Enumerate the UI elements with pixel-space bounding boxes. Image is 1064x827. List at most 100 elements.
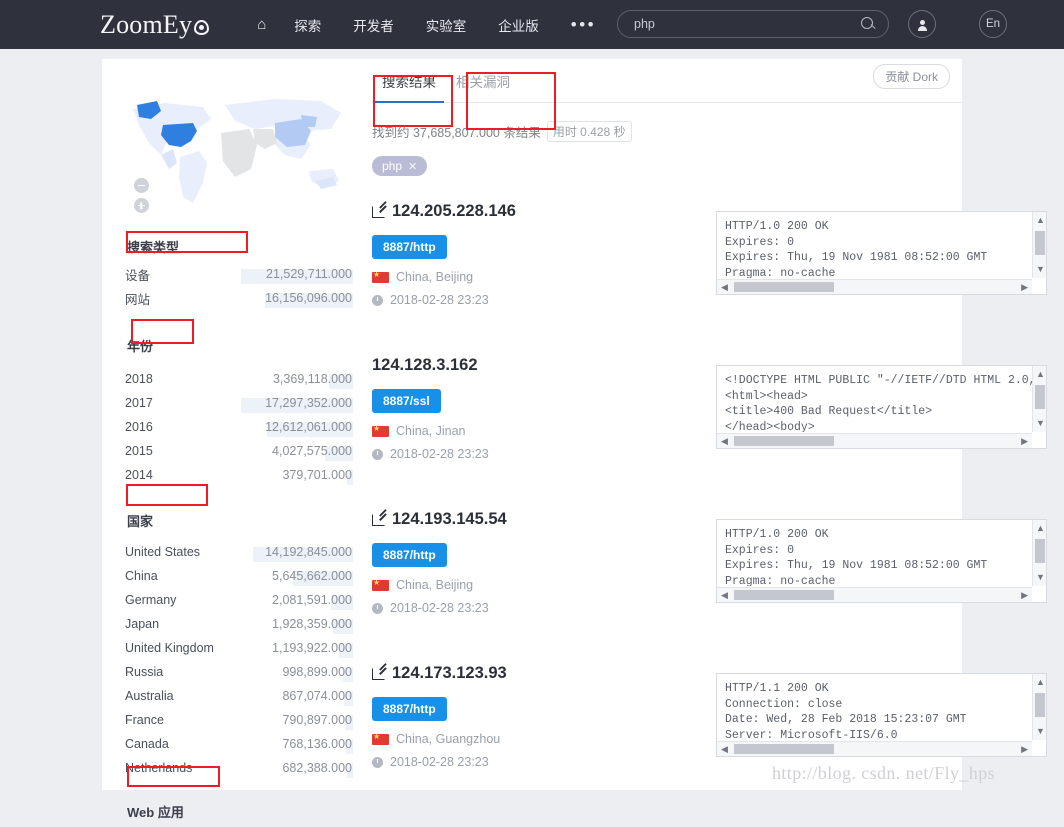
chevron-right-icon[interactable]: ▶ [1021,437,1028,446]
world-map-svg [125,85,350,213]
banner-horizontal-scrollbar[interactable]: ◀ ▶ [717,279,1032,294]
tab-search-results[interactable]: 搜索结果 [372,71,446,103]
scrollbar-thumb[interactable] [734,436,834,446]
result-banner: HTTP/1.1 200 OK Connection: close Date: … [716,673,1047,757]
chevron-left-icon[interactable]: ◀ [721,437,728,446]
chevron-left-icon[interactable]: ◀ [721,591,728,600]
facet-row[interactable]: 2014 379,701.000 [125,463,353,487]
query-time-badge: 用时 0.428 秒 [546,121,632,142]
account-button[interactable] [908,10,936,38]
chevron-down-icon[interactable]: ▼ [1036,727,1045,736]
banner-vertical-scrollbar[interactable]: ▲ ▼ [1032,520,1046,586]
facet-count-wrap: 4,027,575.000 [271,444,353,461]
nav-item-home[interactable]: ⌂ [245,10,278,39]
map-zoom-in-button[interactable] [134,198,149,213]
facet-row[interactable]: Germany 2,081,591.000 [125,588,353,612]
map-zoom-out-button[interactable] [134,178,149,193]
result-time-text: 2018-02-28 23:23 [390,293,489,307]
result-port-badge[interactable]: 8887/ssl [372,389,441,413]
facet-row[interactable]: 2015 4,027,575.000 [125,439,353,463]
chevron-down-icon[interactable]: ▼ [1036,265,1045,274]
facet-label: 2017 [125,396,153,410]
close-icon[interactable]: ✕ [408,160,417,173]
banner-horizontal-scrollbar[interactable]: ◀ ▶ [717,587,1032,602]
chevron-right-icon[interactable]: ▶ [1021,591,1028,600]
chevron-down-icon[interactable]: ▼ [1036,419,1045,428]
scrollbar-thumb[interactable] [1035,693,1045,717]
search-box[interactable] [617,10,889,38]
facet-row[interactable]: United States 14,192,845.000 [125,540,353,564]
external-link-icon [372,667,385,680]
banner-vertical-scrollbar[interactable]: ▲ ▼ [1032,366,1046,432]
facet-label: China [125,569,158,583]
scrollbar-thumb[interactable] [1035,231,1045,255]
chevron-left-icon[interactable]: ◀ [721,745,728,754]
banner-text: HTTP/1.1 200 OK Connection: close Date: … [725,682,967,740]
chevron-right-icon[interactable]: ▶ [1021,745,1028,754]
chevron-down-icon[interactable]: ▼ [1036,573,1045,582]
brand-logo[interactable]: ZoomEy [100,10,210,40]
facet-row[interactable]: United Kingdom 1,193,922.000 [125,636,353,660]
search-icon[interactable] [856,11,882,37]
facet-row[interactable]: China 5,645,662.000 [125,564,353,588]
result-banner: HTTP/1.0 200 OK Expires: 0 Expires: Thu,… [716,519,1047,603]
chevron-up-icon[interactable]: ▲ [1036,524,1045,533]
clock-icon [372,294,383,306]
facet-sidebar: 搜索类型 设备 21,529,711.000 网站 16,156,096.000… [125,81,353,827]
tab-related-vulnerabilities[interactable]: 相关漏洞 [446,71,520,102]
banner-horizontal-scrollbar[interactable]: ◀ ▶ [717,433,1032,448]
nav-item-more[interactable]: ••• [555,9,612,41]
nav-item-developer[interactable]: 开发者 [337,9,410,41]
scrollbar-thumb[interactable] [1035,539,1045,563]
contribute-dork-button[interactable]: 贡献 Dork [873,64,950,89]
scrollbar-thumb[interactable] [1035,385,1045,409]
facet-row[interactable]: Russia 998,899.000 [125,660,353,684]
facet-count-wrap: 790,897.000 [281,713,353,730]
facet-count-wrap: 14,192,845.000 [253,545,353,562]
eye-icon [194,20,210,35]
nav-item-lab[interactable]: 实验室 [410,9,483,41]
facet-label: Australia [125,689,174,703]
banner-horizontal-scrollbar[interactable]: ◀ ▶ [717,741,1032,756]
facet-row[interactable]: 网站 16,156,096.000 [125,286,353,310]
language-button[interactable]: En [979,10,1007,38]
facet-count: 2,081,591.000 [272,593,352,607]
facet-label: 2016 [125,420,153,434]
user-icon [917,19,927,31]
nav-items: ⌂ 探索 开发者 实验室 企业版 ••• [245,9,612,41]
facet-row[interactable]: 2017 17,297,352.000 [125,391,353,415]
facet-row[interactable]: 2016 12,612,061.000 [125,415,353,439]
facet-row[interactable]: Japan 1,928,359.000 [125,612,353,636]
scrollbar-thumb[interactable] [734,744,834,754]
search-input[interactable] [618,17,856,31]
world-map[interactable] [125,81,350,215]
result-port-badge[interactable]: 8887/http [372,697,447,721]
facet-count: 14,192,845.000 [265,545,352,559]
facet-count-wrap: 379,701.000 [281,468,353,485]
facet-row[interactable]: 2018 3,369,118.000 [125,367,353,391]
facet-row[interactable]: Canada 768,136.000 [125,732,353,756]
chevron-right-icon[interactable]: ▶ [1021,283,1028,292]
query-chip-php[interactable]: php ✕ [372,156,428,176]
facet-count-wrap: 3,369,118.000 [272,372,353,389]
scrollbar-thumb[interactable] [734,282,834,292]
facet-label: 设备 [125,268,151,283]
banner-vertical-scrollbar[interactable]: ▲ ▼ [1032,674,1046,740]
chevron-left-icon[interactable]: ◀ [721,283,728,292]
facet-count: 1,193,922.000 [272,641,352,655]
nav-item-enterprise[interactable]: 企业版 [482,9,555,41]
chevron-up-icon[interactable]: ▲ [1036,370,1045,379]
nav-item-explore[interactable]: 探索 [278,9,337,41]
banner-vertical-scrollbar[interactable]: ▲ ▼ [1032,212,1046,278]
facet-row[interactable]: Australia 867,074.000 [125,684,353,708]
facet-row[interactable]: Netherlands 682,388.000 [125,756,353,780]
content-card: 搜索类型 设备 21,529,711.000 网站 16,156,096.000… [102,59,1047,820]
chevron-up-icon[interactable]: ▲ [1036,216,1045,225]
facet-row[interactable]: 设备 21,529,711.000 [125,262,353,286]
result-port-badge[interactable]: 8887/http [372,235,447,259]
flag-icon-china [372,269,389,283]
result-port-badge[interactable]: 8887/http [372,543,447,567]
facet-row[interactable]: France 790,897.000 [125,708,353,732]
chevron-up-icon[interactable]: ▲ [1036,678,1045,687]
scrollbar-thumb[interactable] [734,590,834,600]
